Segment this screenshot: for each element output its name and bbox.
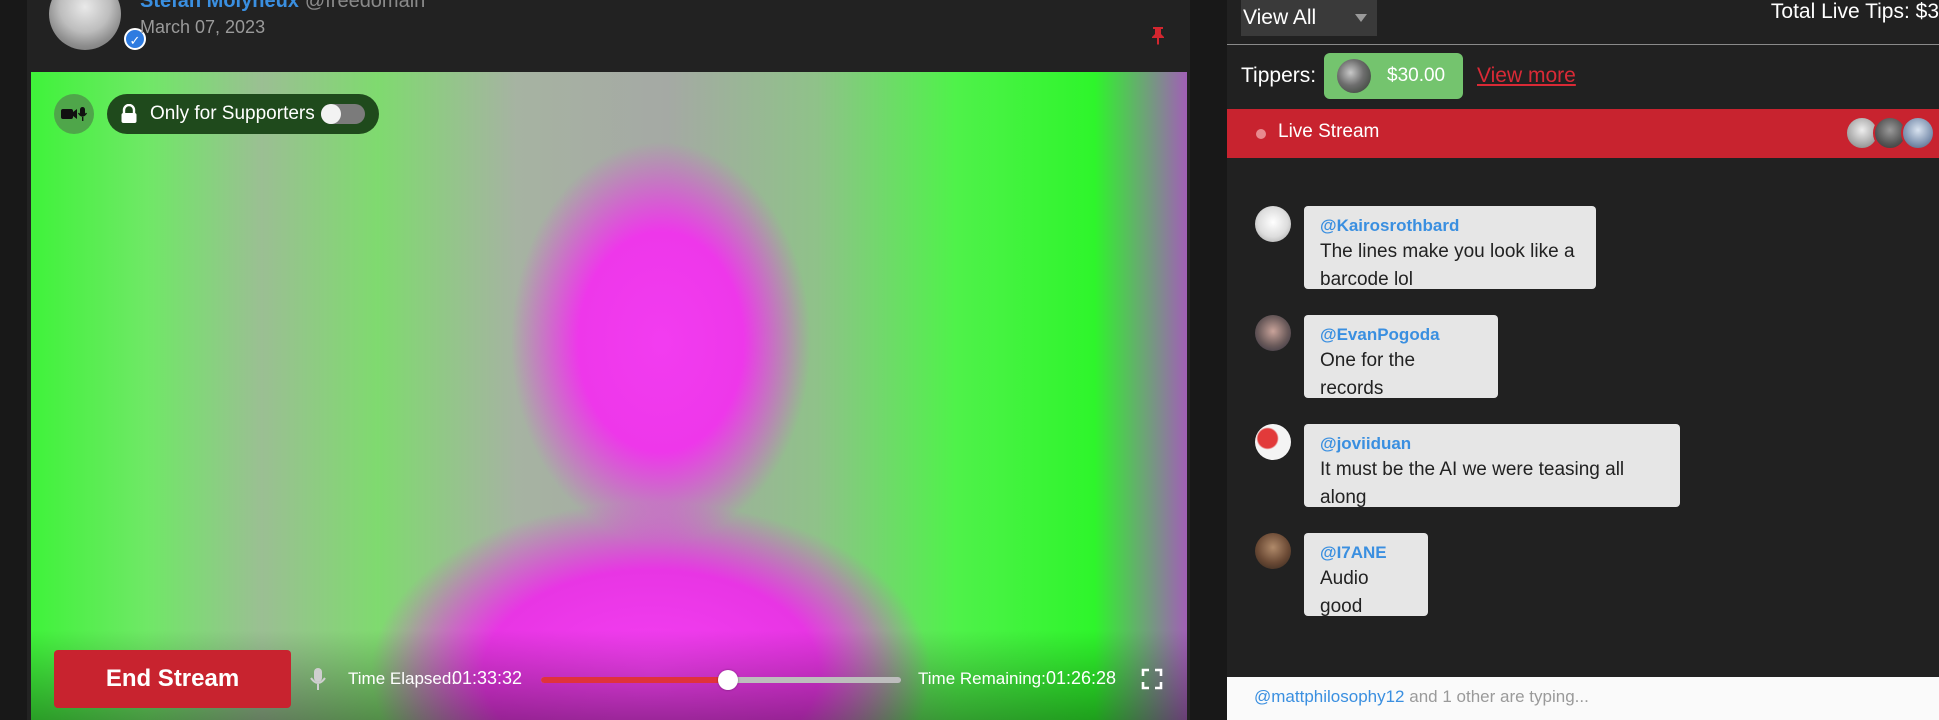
post-header: ✓ Stefan Molyneux @freedomain March 07, 2… — [27, 0, 1190, 72]
supporters-only-toggle[interactable] — [321, 104, 365, 124]
pin-icon[interactable] — [1147, 24, 1169, 46]
author-line: Stefan Molyneux @freedomain — [140, 0, 425, 13]
typing-status: and 1 other are typing... — [1409, 687, 1589, 706]
camera-mic-icon[interactable] — [54, 94, 94, 134]
chat-avatar[interactable] — [1255, 206, 1291, 242]
total-live-tips: Total Live Tips: $3 — [1770, 0, 1939, 23]
author-avatar[interactable] — [49, 0, 121, 50]
chat-bubble: @joviiduan It must be the AI we were tea… — [1304, 424, 1680, 508]
tipper-chip[interactable]: $30.00 — [1324, 53, 1463, 99]
chat-username[interactable]: @EvanPogoda — [1320, 323, 1482, 347]
live-indicator-dot — [1256, 129, 1266, 139]
time-elapsed-label: Time Elapsed: — [348, 669, 457, 688]
chat-text: The lines make you look like a barcode l… — [1320, 241, 1575, 290]
viewer-avatars[interactable] — [1845, 116, 1939, 150]
chat-text: One for the records — [1320, 350, 1416, 399]
supporters-only-label: Only for Supporters — [150, 103, 315, 124]
progress-fill — [541, 677, 729, 683]
time-elapsed-value: 01:33:32 — [452, 668, 523, 688]
tipper-avatar — [1337, 59, 1371, 93]
author-name[interactable]: Stefan Molyneux — [140, 0, 299, 12]
chat-avatar[interactable] — [1255, 315, 1291, 351]
chat-username[interactable]: @joviiduan — [1320, 432, 1664, 456]
chat-text: It must be the AI we were teasing all al… — [1320, 459, 1625, 508]
tip-amount: $30.00 — [1387, 65, 1446, 86]
lock-icon — [121, 104, 137, 123]
time-remaining-label: Time Remaining: — [918, 669, 1046, 688]
fullscreen-icon[interactable] — [1141, 668, 1163, 690]
chat-bubble: @I7ANE Audio good — [1304, 533, 1428, 617]
mic-icon[interactable] — [310, 668, 326, 692]
view-filter-select[interactable]: View All — [1241, 0, 1377, 36]
post-panel: ✓ Stefan Molyneux @freedomain March 07, 2… — [27, 0, 1190, 720]
time-remaining-value: 01:26:28 — [1046, 668, 1117, 688]
author-handle: @freedomain — [304, 0, 426, 12]
divider — [1227, 44, 1939, 45]
viewer-avatar — [1901, 116, 1935, 150]
view-filter-value: View All — [1243, 6, 1317, 29]
chat-avatar[interactable] — [1255, 424, 1291, 460]
post-date: March 07, 2023 — [140, 17, 266, 37]
view-more-link[interactable]: View more — [1477, 64, 1576, 88]
video-stream[interactable]: Only for Supporters End Stream Time Elap… — [31, 72, 1187, 720]
supporters-only-control: Only for Supporters — [107, 94, 379, 134]
progress-bar[interactable] — [541, 670, 901, 690]
typing-username[interactable]: @mattphilosophy12 — [1254, 687, 1405, 706]
live-stream-bar: Live Stream — [1227, 109, 1939, 158]
chat-text: Audio good — [1320, 568, 1369, 617]
chat-username[interactable]: @Kairosrothbard — [1320, 214, 1580, 238]
toggle-knob — [321, 104, 341, 124]
chat-bubble: @EvanPogoda One for the records — [1304, 315, 1498, 399]
chat-avatar[interactable] — [1255, 533, 1291, 569]
tippers-label: Tippers: — [1241, 64, 1317, 87]
end-stream-button[interactable]: End Stream — [54, 650, 291, 708]
live-stream-label: Live Stream — [1278, 121, 1380, 142]
typing-indicator: @mattphilosophy12 and 1 other are typing… — [1227, 677, 1939, 720]
chat-bubble: @Kairosrothbard The lines make you look … — [1304, 206, 1596, 290]
chat-username[interactable]: @I7ANE — [1320, 541, 1412, 565]
live-chat-panel: View All Total Live Tips: $3 Tippers: $3… — [1227, 0, 1939, 720]
chevron-down-icon — [1355, 14, 1367, 22]
typing-indicator-text: @mattphilosophy12 and 1 other are typing… — [1254, 687, 1589, 707]
